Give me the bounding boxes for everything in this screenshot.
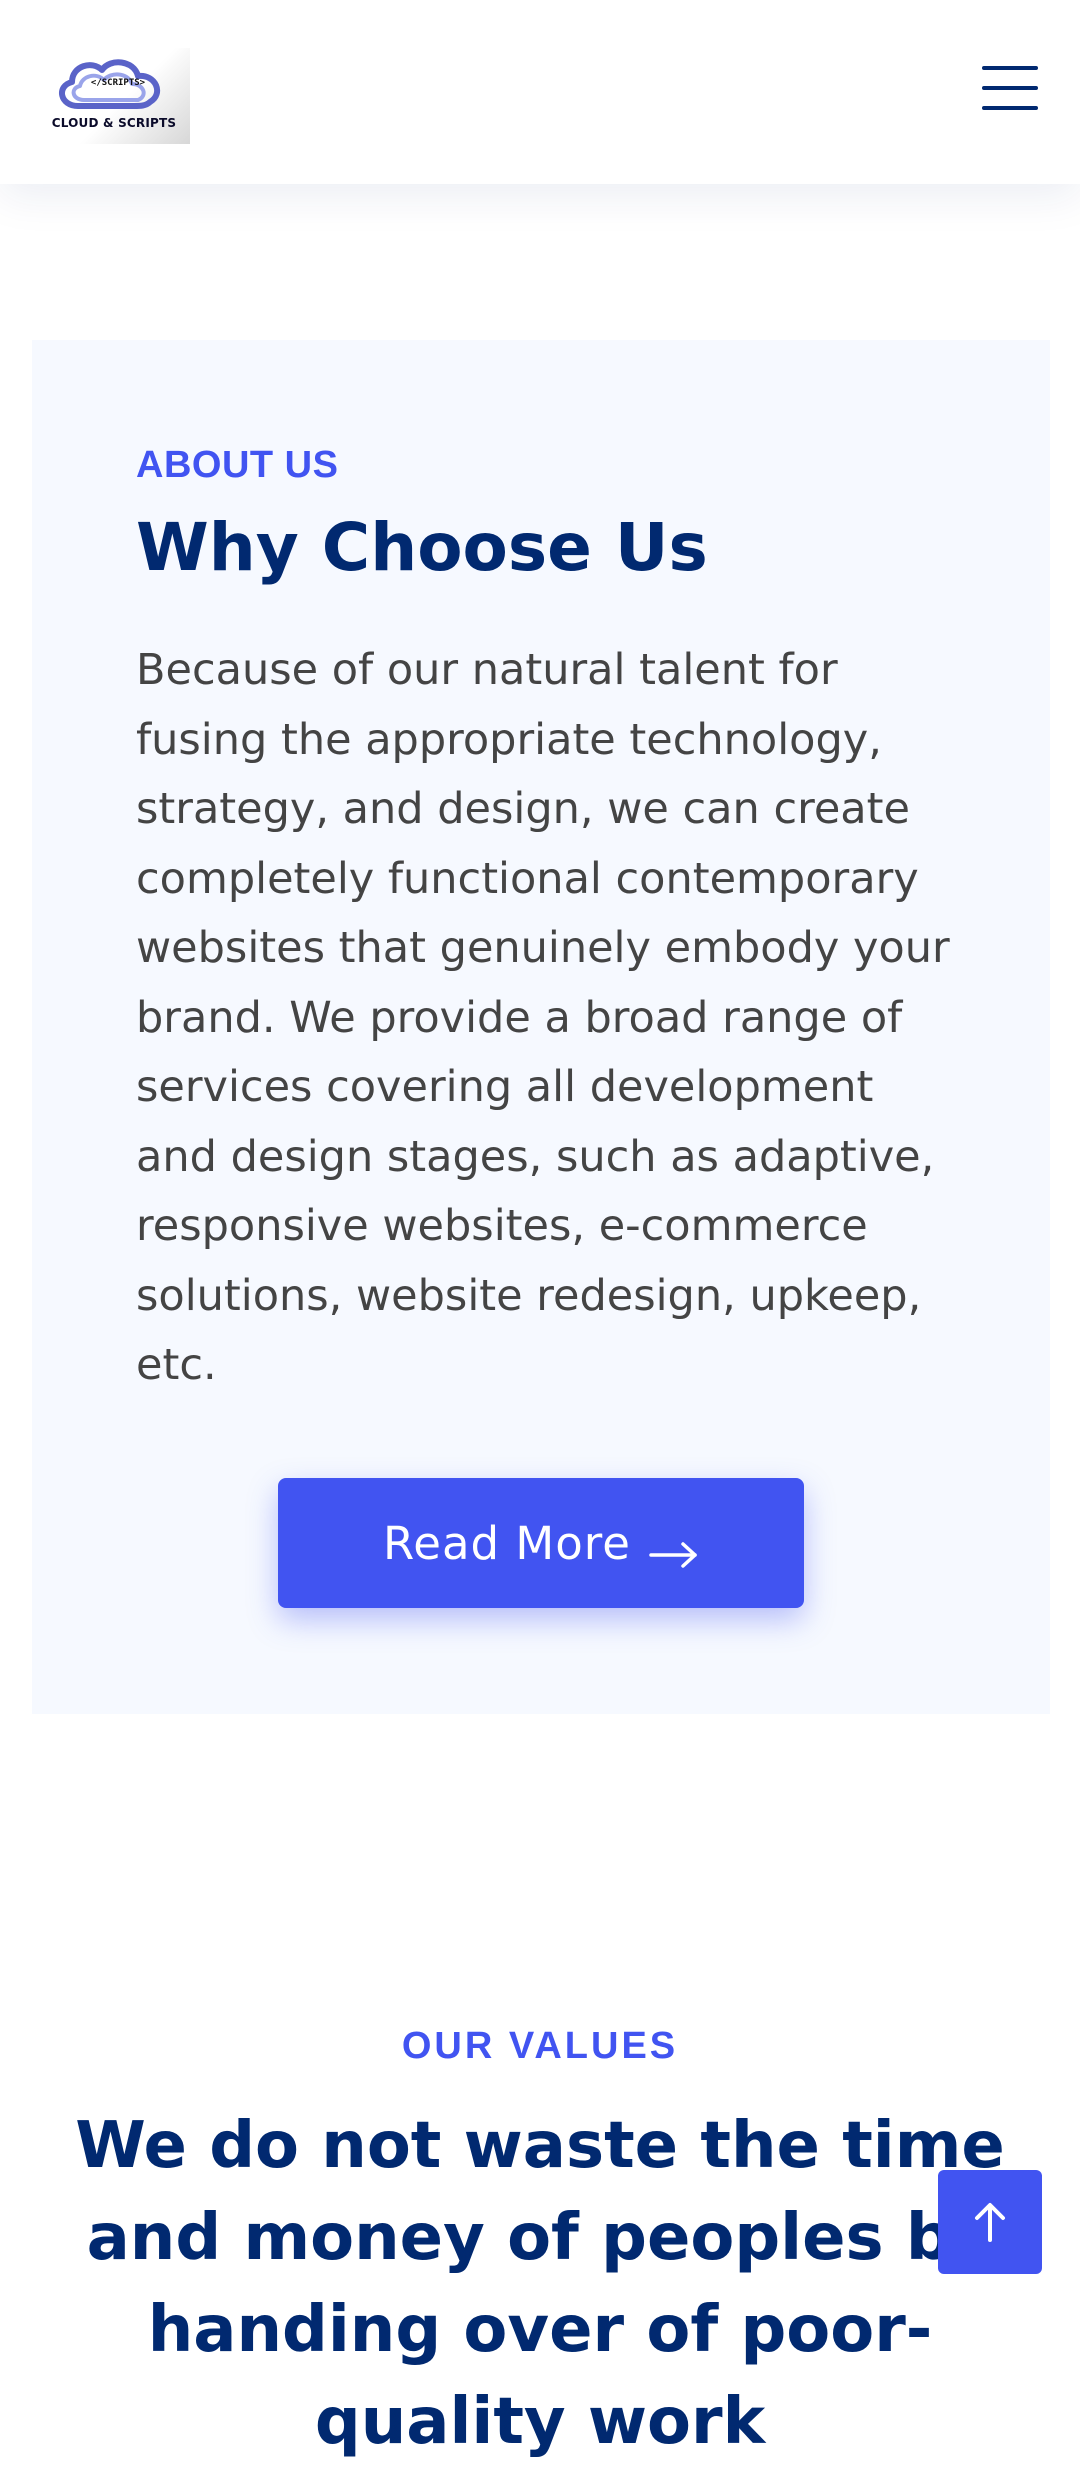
logo-tag: </SCRIPTS>	[90, 78, 146, 88]
arrow-right-icon	[649, 1528, 699, 1568]
menu-bar	[982, 106, 1038, 110]
about-text: Because of our natural talent for fusing…	[136, 645, 950, 1390]
back-to-top-button[interactable]	[938, 2170, 1042, 2274]
values-eyebrow: OUR VALUES	[401, 2025, 679, 2067]
read-more-label: Read More	[383, 1516, 631, 1570]
menu-bar	[982, 86, 1038, 90]
read-more-button[interactable]: Read More	[278, 1478, 804, 1608]
hamburger-icon[interactable]	[982, 64, 1038, 112]
about-section: ABOUT US Why Choose Us Because of our na…	[32, 340, 1050, 1714]
menu-bar	[982, 66, 1038, 70]
logo-text: CLOUD & SCRIPTS	[51, 116, 177, 130]
values-title: We do not waste the time and money of pe…	[75, 2109, 1005, 2459]
site-header: </SCRIPTS> CLOUD & SCRIPTS	[0, 0, 1080, 184]
logo[interactable]: </SCRIPTS> CLOUD & SCRIPTS	[38, 48, 190, 144]
arrow-up-icon	[975, 2203, 1005, 2242]
about-title: Why Choose Us	[136, 509, 708, 586]
about-eyebrow: ABOUT US	[136, 444, 339, 486]
